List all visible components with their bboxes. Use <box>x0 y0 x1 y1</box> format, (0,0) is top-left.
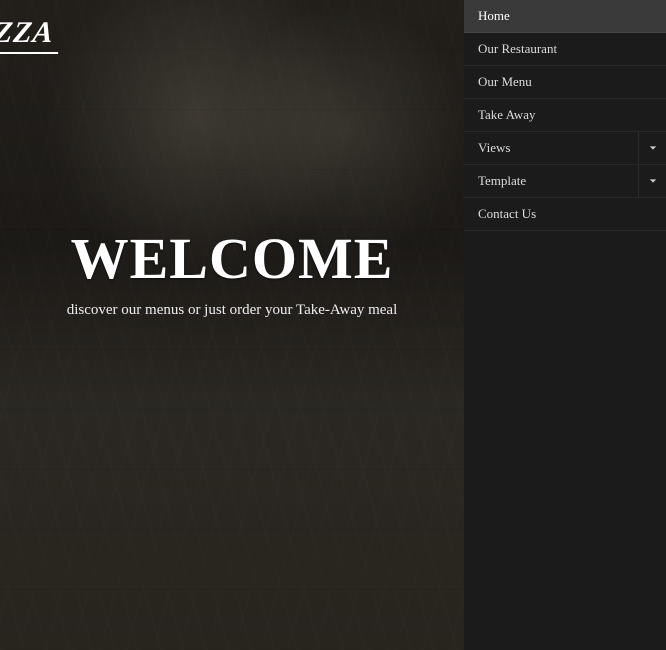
side-menu: Home Our Restaurant Our Menu Take Away Views… <box>464 0 666 650</box>
menu-item-label: Our Menu <box>478 74 532 90</box>
menu-item-our-menu[interactable]: Our Menu <box>464 66 666 99</box>
menu-item-label: Take Away <box>478 107 535 123</box>
site-logo[interactable]: ZZA <box>0 16 56 54</box>
menu-item-label: Views <box>478 140 510 156</box>
hero-subtitle: discover our menus or just order your Ta… <box>12 302 452 319</box>
hero-section: WELCOME discover our menus or just order… <box>0 225 464 319</box>
app-root: ZZA 0 WELCOME discover our menus or just… <box>0 0 666 650</box>
hero-title: WELCOME <box>12 225 452 292</box>
menu-item-take-away[interactable]: Take Away <box>464 99 666 132</box>
menu-item-label: Home <box>478 8 510 24</box>
menu-item-label: Contact Us <box>478 206 536 222</box>
menu-item-label: Our Restaurant <box>478 41 557 57</box>
menu-item-views[interactable]: Views <box>464 132 666 165</box>
menu-item-contact-us[interactable]: Contact Us <box>464 198 666 231</box>
caret-down-icon <box>649 140 657 156</box>
caret-down-icon <box>649 173 657 189</box>
submenu-toggle-template[interactable] <box>638 165 666 197</box>
menu-item-home[interactable]: Home <box>464 0 666 33</box>
menu-item-template[interactable]: Template <box>464 165 666 198</box>
menu-item-our-restaurant[interactable]: Our Restaurant <box>464 33 666 66</box>
submenu-toggle-views[interactable] <box>638 132 666 164</box>
menu-item-label: Template <box>478 173 526 189</box>
